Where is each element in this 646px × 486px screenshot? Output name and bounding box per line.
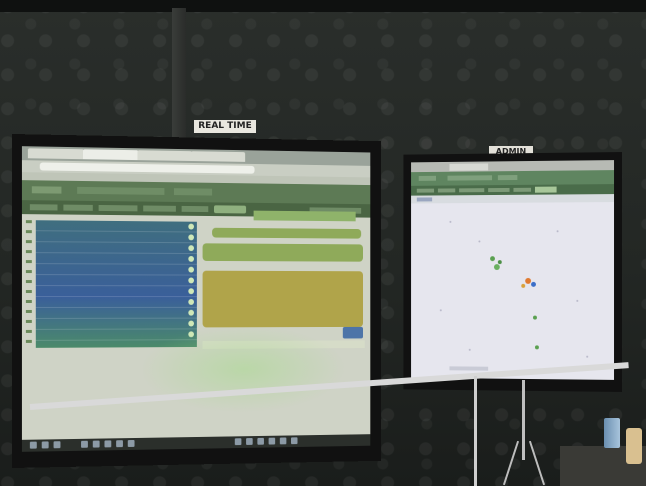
menu-item[interactable]	[143, 205, 176, 212]
status-bar	[449, 366, 489, 371]
taskbar-app-icon[interactable]	[116, 440, 123, 448]
map-marker-icon[interactable]	[521, 283, 526, 288]
browser-tab-active[interactable]	[83, 149, 139, 161]
map-marker-icon[interactable]	[531, 281, 536, 287]
menu-item-active[interactable]	[534, 186, 557, 193]
admin-display	[411, 160, 615, 380]
taskbar-app-icon[interactable]	[246, 438, 253, 445]
app-title	[447, 175, 493, 181]
menu-item[interactable]	[181, 205, 209, 213]
tripod-stand	[522, 380, 525, 460]
taskbar-app-icon[interactable]	[257, 437, 264, 445]
os-taskbar	[21, 434, 371, 452]
check-icon[interactable]	[188, 288, 195, 295]
projection-screen-right	[403, 152, 622, 392]
taskbar-app-icon[interactable]	[53, 441, 61, 449]
ceiling-edge	[0, 0, 646, 12]
menu-item[interactable]	[437, 188, 456, 193]
app-logo	[31, 186, 62, 194]
check-icon[interactable]	[188, 266, 195, 273]
cup	[604, 418, 620, 448]
menu-item[interactable]	[98, 204, 138, 212]
taskbar-app-icon[interactable]	[92, 440, 100, 448]
row-markers	[25, 220, 32, 348]
taskbar-app-icon[interactable]	[268, 437, 276, 445]
taskbar-app-icon[interactable]	[127, 439, 135, 447]
list-item[interactable]	[35, 264, 197, 276]
browser-tab-active[interactable]	[449, 163, 489, 171]
map-marker-icon[interactable]	[497, 260, 502, 265]
list-item[interactable]	[35, 286, 197, 298]
menu-item[interactable]	[29, 204, 58, 211]
tripod-stand	[474, 376, 477, 486]
map-point	[468, 348, 471, 351]
menu-item-active[interactable]	[213, 205, 247, 214]
app-logo	[418, 175, 436, 181]
taskbar-app-icon[interactable]	[291, 437, 298, 445]
menu-item[interactable]	[63, 204, 93, 211]
map-point	[556, 230, 559, 233]
chat-message	[202, 270, 363, 328]
list-item[interactable]	[35, 307, 197, 319]
projection-screen-left	[12, 134, 382, 468]
map-point	[449, 220, 452, 223]
check-icon[interactable]	[188, 309, 195, 316]
screen-label-realtime: REAL TIME	[194, 120, 256, 133]
browser-tab[interactable]	[137, 150, 193, 162]
list-item[interactable]	[35, 253, 197, 265]
app-title	[77, 186, 165, 195]
support-pole	[172, 8, 186, 142]
chat-header	[253, 210, 356, 222]
map-point	[586, 355, 589, 358]
check-icon[interactable]	[188, 255, 195, 262]
browser-tab[interactable]	[191, 151, 246, 162]
browser-tab[interactable]	[27, 148, 84, 160]
map-point	[478, 240, 481, 243]
chat-message	[202, 243, 363, 262]
check-icon[interactable]	[188, 299, 195, 305]
taskbar-app-icon[interactable]	[104, 440, 112, 448]
check-icon[interactable]	[188, 277, 195, 284]
map-marker-icon[interactable]	[493, 264, 500, 271]
check-icon[interactable]	[188, 234, 195, 241]
list-item[interactable]	[35, 297, 197, 308]
map-marker-icon[interactable]	[534, 345, 539, 350]
sub-toolbar	[411, 194, 615, 204]
map-marker-icon[interactable]	[490, 256, 495, 262]
app-subtitle	[497, 175, 518, 181]
menu-item[interactable]	[459, 188, 485, 193]
menu-item[interactable]	[416, 188, 435, 193]
bottle	[626, 428, 642, 464]
screen-glare	[139, 325, 347, 415]
map-marker-icon[interactable]	[533, 315, 537, 320]
taskbar-app-icon[interactable]	[234, 438, 242, 446]
taskbar-app-icon[interactable]	[81, 440, 88, 448]
menu-item[interactable]	[488, 187, 510, 193]
menu-item[interactable]	[513, 187, 532, 192]
taskbar-app-icon[interactable]	[279, 437, 287, 445]
check-icon[interactable]	[188, 245, 195, 252]
toolbar-button[interactable]	[416, 197, 433, 202]
map-point	[439, 309, 442, 312]
chat-message	[212, 227, 362, 239]
check-icon[interactable]	[188, 223, 195, 230]
start-icon[interactable]	[29, 441, 37, 449]
app-subtitle	[173, 188, 213, 196]
list-item[interactable]	[35, 242, 197, 255]
map-point	[576, 299, 579, 302]
list-item[interactable]	[35, 275, 197, 287]
taskbar-app-icon[interactable]	[41, 441, 49, 449]
